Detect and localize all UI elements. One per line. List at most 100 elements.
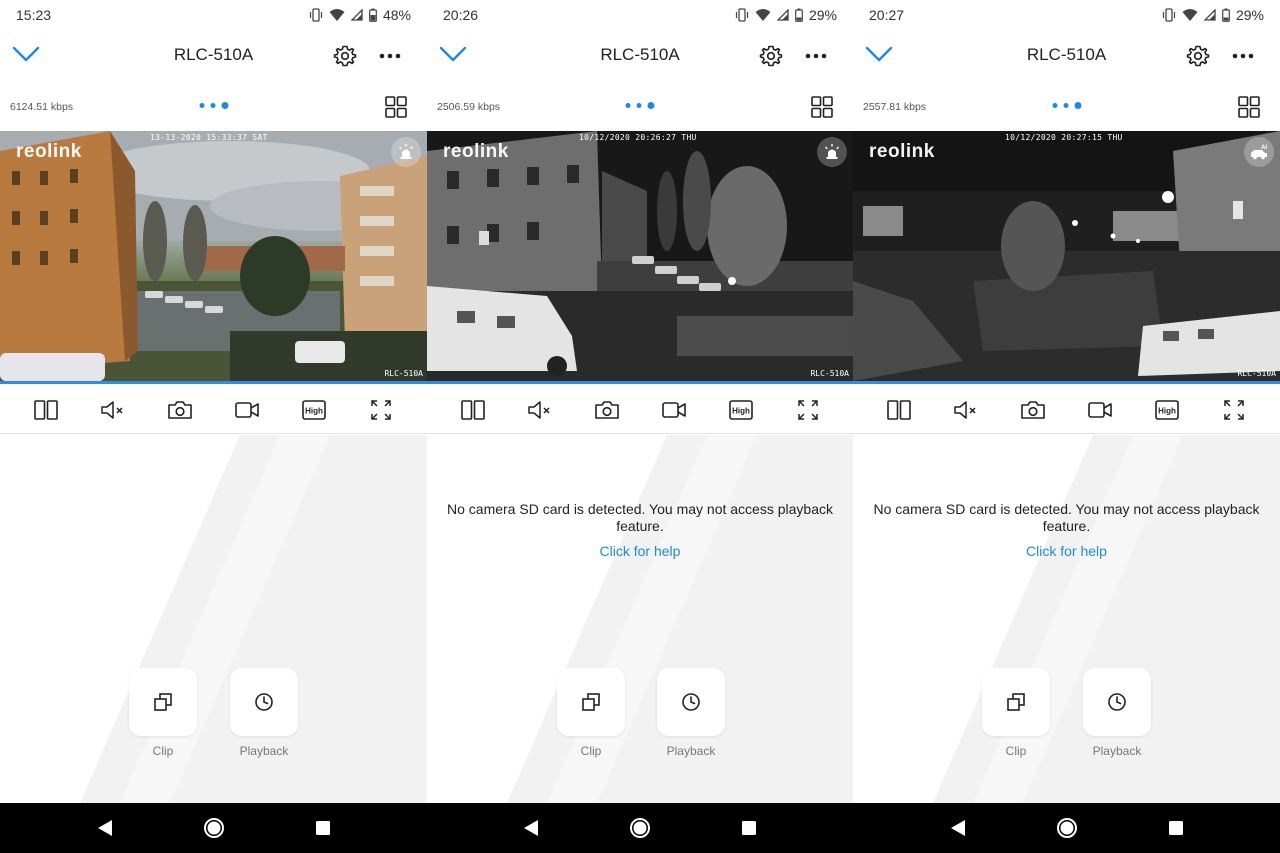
nav-recents-button[interactable] — [1164, 816, 1188, 840]
page-dot — [1052, 103, 1057, 108]
nav-home-button[interactable] — [202, 816, 226, 840]
live-video[interactable]: reolink 13-13-2020 15:33:37 SAT RLC-510A — [0, 131, 427, 381]
split-view-icon — [33, 399, 58, 420]
playback-button[interactable] — [230, 668, 298, 736]
fullscreen-button[interactable] — [365, 394, 397, 426]
grid-view-icon[interactable] — [385, 96, 407, 118]
gear-icon[interactable] — [1186, 44, 1210, 68]
phone-screen-2: 20:26 29% RLC-510A 2506.59 kbps reolink … — [427, 0, 853, 853]
cell-signal-icon — [350, 9, 363, 21]
svg-text:AI: AI — [1261, 145, 1267, 151]
status-time: 15:23 — [16, 7, 52, 23]
nav-back-button[interactable] — [93, 816, 117, 840]
home-circle-icon — [629, 818, 650, 838]
osd-timestamp: 13-13-2020 15:33:37 SAT — [150, 133, 268, 142]
background-stripes — [853, 435, 1280, 803]
recents-square-icon — [741, 821, 756, 835]
nav-recents-button[interactable] — [737, 816, 761, 840]
nav-recents-button[interactable] — [311, 816, 335, 840]
record-button[interactable] — [1084, 394, 1116, 426]
snapshot-button[interactable] — [591, 394, 623, 426]
clip-button[interactable] — [982, 668, 1050, 736]
live-video[interactable]: reolink 10/12/2020 20:27:15 THU RLC-510A… — [853, 131, 1280, 381]
background-stripes — [0, 435, 427, 803]
playback-button[interactable] — [1083, 668, 1151, 736]
video-record-icon — [661, 401, 686, 418]
wifi-icon — [1182, 9, 1198, 21]
video-toolbar: High — [427, 386, 853, 434]
video-record-icon — [235, 401, 259, 418]
mute-button[interactable] — [97, 394, 129, 426]
ai-vehicle-icon: AI — [1251, 145, 1267, 160]
nav-home-button[interactable] — [1055, 816, 1079, 840]
grid-view-icon[interactable] — [1238, 96, 1260, 118]
playback-label: Playback — [1092, 744, 1142, 758]
playback-action: Playback — [1083, 668, 1151, 758]
clip-button[interactable] — [129, 668, 197, 736]
clip-icon — [582, 693, 600, 711]
playback-area: Clip Playback — [0, 435, 427, 803]
fullscreen-button[interactable] — [792, 394, 824, 426]
siren-button[interactable] — [391, 137, 421, 167]
page-dot-active — [647, 102, 655, 109]
split-view-button[interactable] — [883, 394, 915, 426]
quality-button[interactable]: High — [725, 394, 757, 426]
bitrate-readout: 2506.59 kbps — [437, 101, 501, 113]
grid-view-icon[interactable] — [811, 96, 833, 118]
fullscreen-button[interactable] — [1218, 394, 1250, 426]
ai-detection-badge[interactable]: AI — [1244, 137, 1274, 167]
live-video[interactable]: reolink 10/12/2020 20:26:27 THU RLC-510A — [427, 131, 853, 381]
osd-camera-label: RLC-510A — [384, 369, 423, 378]
quality-high-icon: High — [728, 399, 753, 420]
speaker-muted-icon — [527, 400, 550, 419]
page-indicator[interactable] — [1052, 102, 1081, 109]
record-button[interactable] — [658, 394, 690, 426]
siren-button[interactable] — [817, 137, 847, 167]
split-view-button[interactable] — [457, 394, 489, 426]
bitrate-readout: 2557.81 kbps — [863, 101, 927, 113]
snapshot-button[interactable] — [1017, 394, 1049, 426]
split-view-button[interactable] — [30, 394, 62, 426]
app-header: RLC-510A — [853, 32, 1280, 78]
battery-percent: 29% — [808, 7, 837, 23]
svg-text:High: High — [732, 406, 750, 415]
mute-button[interactable] — [950, 394, 982, 426]
playback-button[interactable] — [657, 668, 725, 736]
help-link[interactable]: Click for help — [427, 543, 853, 559]
page-indicator[interactable] — [199, 102, 228, 109]
page-indicator[interactable] — [625, 102, 655, 109]
help-link[interactable]: Click for help — [853, 543, 1280, 559]
vibrate-icon — [1162, 8, 1176, 22]
snapshot-button[interactable] — [164, 394, 196, 426]
svg-text:High: High — [1158, 406, 1176, 415]
quality-button[interactable]: High — [298, 394, 330, 426]
clip-label: Clip — [1005, 744, 1027, 758]
playback-label: Playback — [666, 744, 716, 758]
more-options-icon[interactable] — [379, 52, 401, 60]
nav-back-button[interactable] — [519, 816, 543, 840]
status-icons: 48% — [309, 7, 411, 23]
info-row: 2506.59 kbps — [427, 92, 853, 122]
record-button[interactable] — [231, 394, 263, 426]
fullscreen-icon — [797, 399, 818, 420]
mute-button[interactable] — [524, 394, 556, 426]
clip-button[interactable] — [557, 668, 625, 736]
more-options-icon[interactable] — [805, 52, 827, 60]
back-triangle-icon — [97, 820, 112, 836]
more-options-icon[interactable] — [1232, 52, 1254, 60]
clip-label: Clip — [580, 744, 602, 758]
android-nav-bar — [853, 803, 1280, 853]
gear-icon[interactable] — [333, 44, 357, 68]
clip-action: Clip — [982, 668, 1050, 758]
sd-card-message: No camera SD card is detected. You may n… — [447, 501, 833, 534]
battery-icon — [1222, 8, 1230, 22]
gear-icon[interactable] — [759, 44, 783, 68]
quality-button[interactable]: High — [1151, 394, 1183, 426]
playback-area: No camera SD card is detected. You may n… — [427, 435, 853, 803]
device-title: RLC-510A — [173, 45, 254, 64]
video-toolbar: High — [853, 386, 1280, 434]
nav-back-button[interactable] — [946, 816, 970, 840]
osd-timestamp: 10/12/2020 20:27:15 THU — [1005, 133, 1123, 142]
nav-home-button[interactable] — [628, 816, 652, 840]
playback-label: Playback — [239, 744, 289, 758]
